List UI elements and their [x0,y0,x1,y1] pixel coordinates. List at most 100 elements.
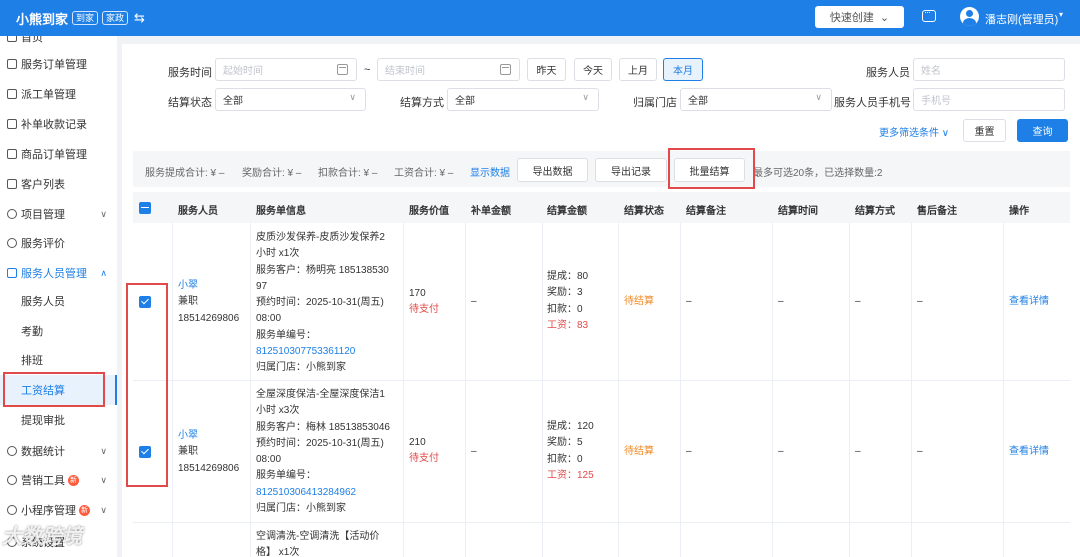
wage-amount: 工资：83 [547,319,589,331]
sidebar-item-customers[interactable]: 客户列表 [0,169,117,199]
settle-amount-cell: 提成：120 奖励：5 扣款：0 工资：125 [547,419,594,484]
staff-cell: 小翠 兼职 18514269806 [178,428,239,477]
staff-phone: 18514269806 [178,312,240,324]
sidebar-item-attendance[interactable]: 考勤 [0,316,117,346]
clipboard-icon [7,59,17,69]
sidebar-item-staff[interactable]: 服务人员 [0,286,117,316]
grid-line [1003,223,1004,557]
bag-icon [7,149,17,159]
sidebar-item-dispatch[interactable]: 派工单管理 [0,79,117,109]
tag-daojia: 到家 [72,11,99,25]
quick-create-button[interactable]: 快速创建 ⌄ [815,6,904,28]
sidebar-item-statistics[interactable]: 数据统计 ∨ [0,436,117,466]
sidebar-item-staff-management[interactable]: 服务人员管理 ∧ [0,258,117,288]
service-value-cell: 210 待支付 [409,435,439,468]
staff-icon [7,268,17,278]
header-supplement-amount: 补单金额 [471,206,511,217]
receipt-icon [7,119,17,129]
quick-create-label: 快速创建 [829,12,874,24]
settle-status-cell: 待结算 [624,296,654,307]
avatar[interactable] [960,7,979,26]
header-settle-remark: 结算备注 [686,206,726,217]
message-icon[interactable] [922,7,936,22]
sidebar-item-withdraw-approval[interactable]: 提现审批 [0,405,117,435]
header-staff: 服务人员 [178,206,218,217]
chevron-down-icon: ∨ [582,92,589,102]
marketing-icon [7,475,17,485]
user-menu-caret-icon[interactable]: ▾ [1059,10,1063,19]
range-yesterday-button[interactable]: 昨天 [527,58,566,81]
order-no-link[interactable]: 812510307753361120 [256,344,389,360]
header-after-sale-remark: 售后备注 [917,206,957,217]
grid-line [618,223,619,557]
sidebar-item-product-orders[interactable]: 商品订单管理 [0,139,117,169]
chevron-down-icon: ∨ [100,504,107,515]
show-data-link[interactable]: 显示数据 [470,164,510,179]
range-this-month-button[interactable]: 本月 [663,58,703,81]
view-details-link[interactable]: 查看详情 [1009,444,1049,460]
settle-status-cell: 待结算 [624,446,654,457]
selection-info: 最多可选20条，已选择数量:2 [753,168,883,179]
reset-button[interactable]: 重置 [963,119,1006,142]
sidebar-item-schedule[interactable]: 排班 [0,345,117,375]
header-settle-amount: 结算金额 [547,206,587,217]
chevron-down-icon: ⌄ [879,11,890,24]
store-select[interactable]: 全部 ∨ [680,88,832,111]
main-card: 服务时间 起始时间 ~ 结束时间 昨天 今天 上月 本月 服务人员 姓名 结算状… [122,44,1080,557]
miniprogram-icon [7,505,17,515]
export-data-button[interactable]: 导出数据 [517,158,588,182]
staff-phone: 18514269806 [178,462,240,474]
sidebar-item-projects[interactable]: 项目管理 ∨ [0,199,117,229]
grid-line [542,223,543,557]
header-order-info: 服务单信息 [256,206,306,217]
pay-status: 待支付 [409,453,439,465]
export-records-button[interactable]: 导出记录 [595,158,667,182]
clipboard-icon [7,89,17,99]
highlight-box-wage-settlement [3,372,105,407]
order-no-link[interactable]: 812510306413284962 [256,485,390,501]
users-icon [7,179,17,189]
brand-name: 小熊到家 [16,11,69,27]
highlight-box-row-checkboxes [126,283,168,487]
calendar-icon [500,64,511,75]
range-today-button[interactable]: 今天 [574,58,612,81]
sidebar-item-supplement-records[interactable]: 补单收款记录 [0,109,117,139]
header-settle-method: 结算方式 [855,206,895,217]
settle-method-select[interactable]: 全部 ∨ [447,88,599,111]
grid-line [172,223,173,557]
grid-line [680,223,681,557]
view-details-link[interactable]: 查看详情 [1009,294,1049,310]
supplement-cell: – [471,296,477,307]
chevron-down-icon: ∨ [100,474,107,485]
staff-name-input[interactable]: 姓名 [913,58,1065,81]
staff-name-link[interactable]: 小翠 [178,428,239,444]
sidebar-item-service-orders[interactable]: 服务订单管理 [0,49,117,79]
sidebar-item-marketing[interactable]: 营销工具新 ∨ [0,465,117,495]
service-value-cell: 170 待支付 [409,286,439,319]
header-settle-status: 结算状态 [624,206,664,217]
chart-icon [7,446,17,456]
settle-status-select[interactable]: 全部 ∨ [215,88,366,111]
query-button[interactable]: 查询 [1017,119,1068,142]
user-name[interactable]: 潘志刚(管理员) [985,11,1058,27]
select-all-checkbox[interactable] [139,202,151,214]
pay-status: 待支付 [409,304,439,316]
start-time-input[interactable]: 起始时间 [215,58,357,81]
service-time-label: 服务时间 [168,67,212,79]
wage-amount: 工资：125 [547,469,594,481]
sidebar-item-reviews[interactable]: 服务评价 [0,228,117,258]
end-time-input[interactable]: 结束时间 [377,58,520,81]
switch-icon[interactable]: ⇆ [134,10,145,26]
staff-cell: 小翠 兼职 18514269806 [178,278,239,327]
staff-type: 兼职 [178,446,198,458]
staff-phone-input[interactable]: 手机号 [913,88,1065,111]
settle-method-cell: – [855,446,861,457]
new-badge: 新 [79,504,90,516]
staff-type: 兼职 [178,296,198,308]
range-last-month-button[interactable]: 上月 [619,58,657,81]
remark-cell: – [686,446,692,457]
header-settle-time: 结算时间 [778,206,818,217]
more-filters-link[interactable]: 更多筛选条件 ∨ [879,124,949,139]
wage-total: 工资合计: ¥ – [394,168,454,179]
staff-name-link[interactable]: 小翠 [178,278,239,294]
